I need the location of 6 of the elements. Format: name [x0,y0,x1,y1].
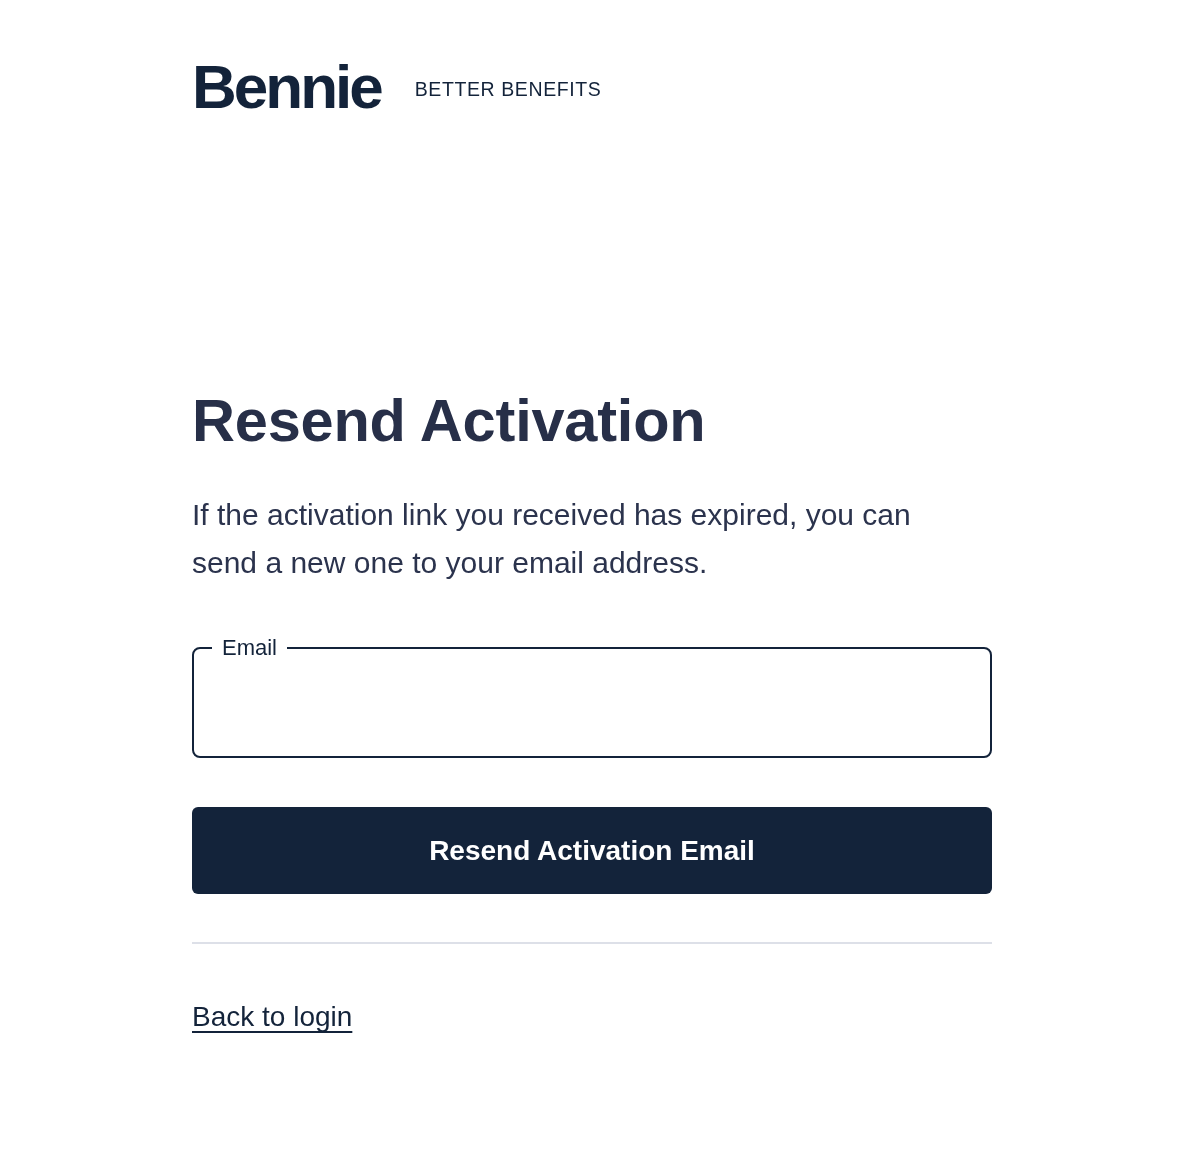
resend-button[interactable]: Resend Activation Email [192,807,992,895]
back-to-login-link[interactable]: Back to login [192,1000,353,1034]
description-text: If the activation link you received has expired, you can send a new one to your email address. [192,497,912,582]
brand-logo: Bennie [192,56,381,118]
page-title: Resend Activation [192,386,707,456]
brand-tagline: BETTER BENEFITS [414,77,602,101]
